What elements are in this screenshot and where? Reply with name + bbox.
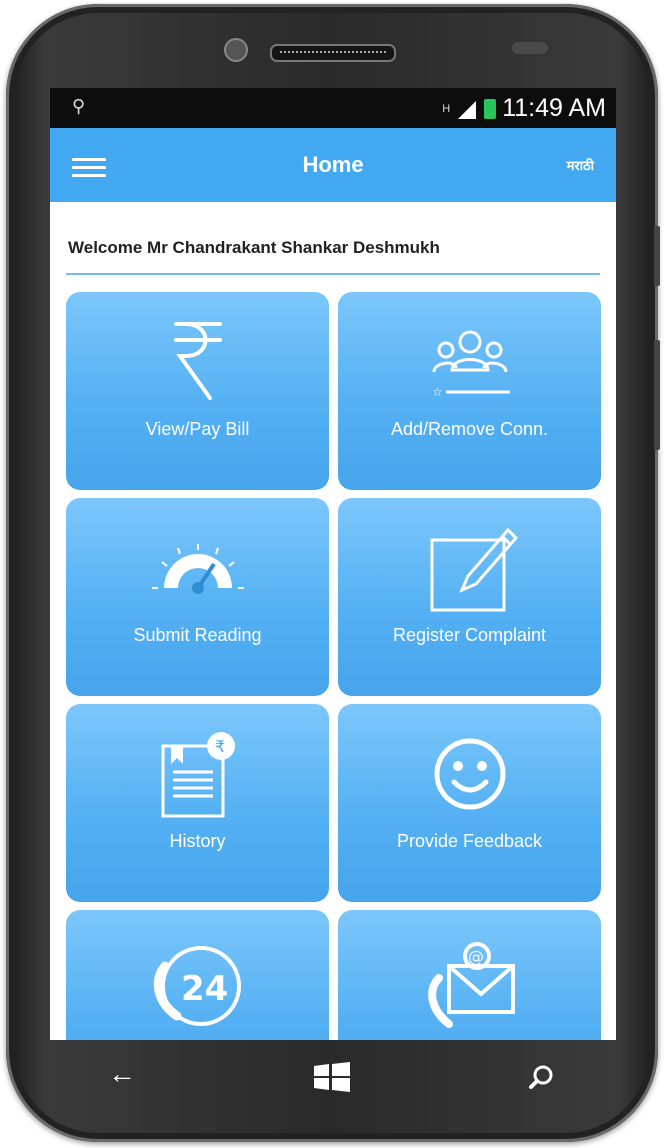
tile-label: History (169, 831, 226, 851)
history-tile[interactable]: ₹ History (66, 704, 329, 902)
tile-label: Add/Remove Conn. (390, 419, 549, 439)
svg-text:₹: ₹ (215, 737, 225, 756)
language-toggle[interactable]: मराठी (567, 156, 594, 174)
network-type-indicator: H (442, 102, 451, 115)
power-button (654, 340, 660, 450)
front-camera (224, 38, 248, 62)
tile-label: Provide Feedback (396, 831, 543, 851)
status-bar: ⚲ H 11:49 AM (50, 88, 616, 128)
submit-reading-tile[interactable]: Submit Reading (66, 498, 329, 696)
welcome-message: Welcome Mr Chandrakant Shankar Deshmukh (68, 238, 440, 257)
contact-mail-icon: @ (427, 942, 515, 1028)
back-arrow-icon[interactable]: ← (108, 1058, 136, 1090)
contact-us-tile[interactable]: @ (338, 910, 601, 1040)
speedometer-icon (151, 544, 244, 594)
phone-24-icon: 24 (153, 946, 241, 1026)
battery-icon (484, 98, 497, 119)
phone-screen: ⚲ H 11:49 AM Home मराठी Welcome Mr Chand… (50, 88, 616, 1040)
at-symbol: @ (468, 947, 484, 966)
proximity-sensor (512, 42, 548, 54)
page-title: Home (302, 152, 364, 177)
signal-icon (458, 100, 477, 119)
windows-start-icon[interactable] (314, 1062, 350, 1092)
users-icon: ☆ (432, 330, 510, 398)
earpiece-speaker (270, 44, 396, 62)
tile-label: Register Complaint (392, 625, 547, 645)
svg-text:☆: ☆ (432, 385, 443, 398)
tile-label: View/Pay Bill (145, 419, 250, 439)
bill-history-icon: ₹ (161, 732, 235, 818)
volume-button (654, 226, 660, 286)
app-bar: Home मराठी (50, 128, 616, 202)
tile-label: Submit Reading (133, 625, 262, 645)
register-complaint-tile[interactable]: Register Complaint (338, 498, 601, 696)
provide-feedback-tile[interactable]: Provide Feedback (338, 704, 601, 902)
system-nav-bar: ← (50, 1040, 616, 1110)
helpline-number: 24 (181, 969, 228, 1009)
helpline-24-tile[interactable]: 24 (66, 910, 329, 1040)
smiley-icon (434, 738, 505, 810)
add-remove-connection-tile[interactable]: ☆ Add/Remove Conn. (338, 292, 601, 490)
divider (66, 273, 600, 275)
usb-icon: ⚲ (72, 96, 86, 116)
view-pay-bill-tile[interactable]: View/Pay Bill (66, 292, 329, 490)
rupee-icon (173, 322, 222, 400)
edit-icon (430, 527, 518, 612)
search-icon[interactable] (528, 1064, 554, 1090)
status-time: 11:49 AM (502, 94, 606, 122)
